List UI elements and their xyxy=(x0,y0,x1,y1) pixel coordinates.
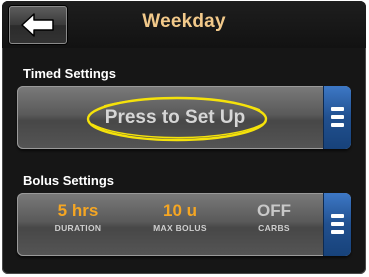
timed-settings-button[interactable]: Press to Set Up xyxy=(17,86,333,149)
bolus-settings-menu-button[interactable] xyxy=(323,193,351,256)
max-bolus-label: MAX BOLUS xyxy=(153,223,207,233)
duration-value: 5 hrs xyxy=(57,201,99,220)
carbs-stat: OFF CARBS xyxy=(229,201,319,233)
timed-settings-panel[interactable]: Press to Set Up xyxy=(17,86,351,149)
carbs-label: CARBS xyxy=(258,223,290,233)
page-title: Weekday xyxy=(142,11,226,32)
max-bolus-stat: 10 u MAX BOLUS xyxy=(135,201,225,233)
duration-label: DURATION xyxy=(54,223,102,233)
setup-prompt: Press to Set Up xyxy=(104,107,246,128)
max-bolus-value: 10 u xyxy=(162,201,198,220)
carbs-value: OFF xyxy=(257,201,291,220)
bolus-settings-panel[interactable]: 5 hrs DURATION 10 u MAX BOLUS OFF CARBS xyxy=(17,193,351,256)
timed-settings-menu-button[interactable] xyxy=(323,86,351,149)
bolus-settings-button[interactable]: 5 hrs DURATION 10 u MAX BOLUS OFF CARBS xyxy=(17,193,333,256)
header: Weekday xyxy=(2,1,366,48)
duration-stat: 5 hrs DURATION xyxy=(33,201,123,233)
device-screen: Weekday Timed Settings Press to Set Up B… xyxy=(2,1,366,274)
bolus-settings-label: Bolus Settings xyxy=(23,173,115,188)
timed-settings-label: Timed Settings xyxy=(23,66,116,81)
